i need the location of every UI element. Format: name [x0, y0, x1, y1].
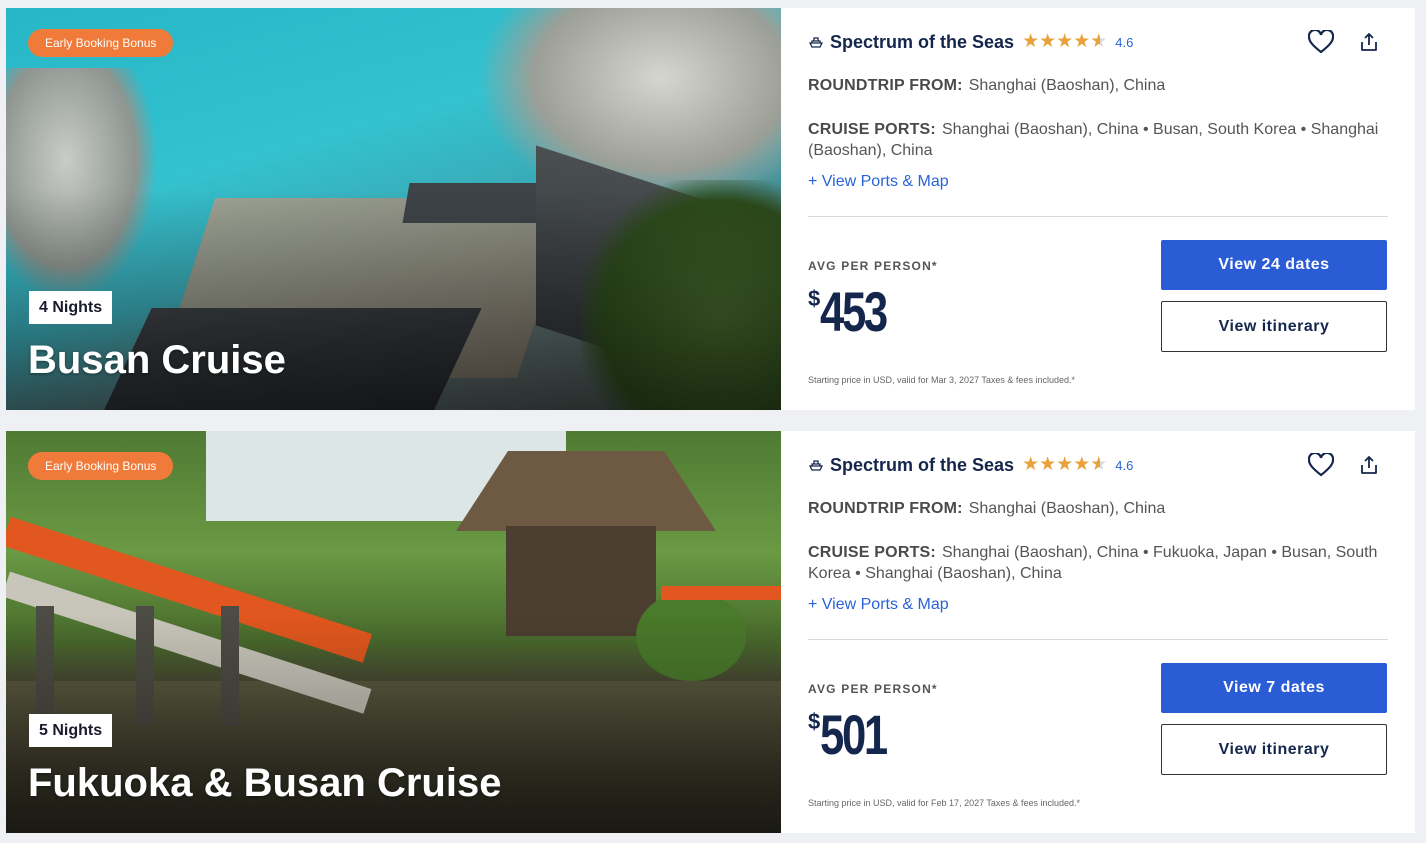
nights-badge: 5 Nights — [29, 714, 113, 747]
rating-value[interactable]: 4.6 — [1115, 458, 1133, 473]
star-icon: ★ — [1039, 31, 1057, 52]
divider — [808, 216, 1388, 217]
divider — [808, 639, 1388, 640]
cruise-details: Spectrum of the Seas ★ ★ ★ ★ ★ 4.6 ROUND… — [781, 8, 1415, 410]
star-icon: ★ — [1039, 454, 1057, 475]
price-currency: $ — [808, 709, 821, 734]
avg-per-person-label: AVG PER PERSON* — [808, 259, 938, 273]
cruise-card: Early Booking Bonus 5 Nights Fukuoka & B… — [6, 431, 1415, 833]
price-fine-print: Starting price in USD, valid for Mar 3, … — [808, 375, 1075, 385]
price-fine-print: Starting price in USD, valid for Feb 17,… — [808, 798, 1080, 808]
price-currency: $ — [808, 286, 821, 311]
cruise-ports: CRUISE PORTS: Shanghai (Baoshan), China •… — [808, 119, 1388, 161]
rating-stars: ★ ★ ★ ★ ★ — [1022, 455, 1107, 475]
star-icon: ★ — [1022, 31, 1040, 52]
price-amount: 501 — [820, 703, 888, 766]
price: $ 453 — [808, 282, 905, 342]
cruise-title[interactable]: Busan Cruise — [28, 336, 286, 384]
star-icon: ★ — [1022, 454, 1040, 475]
cruise-card: Early Booking Bonus 4 Nights Busan Cruis… — [6, 8, 1415, 410]
ship-name[interactable]: Spectrum of the Seas — [830, 455, 1014, 476]
rating-stars: ★ ★ ★ ★ ★ — [1022, 32, 1107, 52]
early-booking-badge: Early Booking Bonus — [28, 452, 174, 480]
roundtrip-value: Shanghai (Baoshan), China — [968, 77, 1166, 94]
nights-badge: 4 Nights — [29, 291, 113, 324]
roundtrip-label: ROUNDTRIP FROM: — [808, 77, 963, 94]
view-dates-button[interactable]: View 7 dates — [1161, 663, 1387, 713]
rating-value[interactable]: 4.6 — [1115, 35, 1133, 50]
star-icon: ★ — [1073, 31, 1091, 52]
share-icon[interactable] — [1357, 28, 1381, 56]
ship-row: Spectrum of the Seas ★ ★ ★ ★ ★ 4.6 — [808, 30, 1133, 54]
heart-icon[interactable] — [1307, 451, 1335, 479]
view-dates-button[interactable]: View 24 dates — [1161, 240, 1387, 290]
price-amount: 453 — [820, 280, 888, 343]
view-ports-map-link[interactable]: + View Ports & Map — [808, 596, 949, 614]
roundtrip-label: ROUNDTRIP FROM: — [808, 500, 963, 517]
cruise-title[interactable]: Fukuoka & Busan Cruise — [28, 759, 501, 807]
cruise-details: Spectrum of the Seas ★ ★ ★ ★ ★ 4.6 ROUND… — [781, 431, 1415, 833]
ship-icon — [808, 34, 824, 50]
ship-icon — [808, 457, 824, 473]
view-itinerary-button[interactable]: View itinerary — [1161, 724, 1387, 775]
avg-per-person-label: AVG PER PERSON* — [808, 682, 938, 696]
star-icon: ★ — [1056, 31, 1074, 52]
share-icon[interactable] — [1357, 451, 1381, 479]
star-half-icon: ★ — [1090, 454, 1108, 475]
star-half-icon: ★ — [1090, 31, 1108, 52]
roundtrip-from: ROUNDTRIP FROM: Shanghai (Baoshan), China — [808, 500, 1165, 518]
roundtrip-value: Shanghai (Baoshan), China — [968, 500, 1166, 517]
roundtrip-from: ROUNDTRIP FROM: Shanghai (Baoshan), China — [808, 77, 1165, 95]
cruise-ports: CRUISE PORTS: Shanghai (Baoshan), China •… — [808, 542, 1388, 584]
cruise-image[interactable]: Early Booking Bonus 4 Nights Busan Cruis… — [6, 8, 781, 410]
heart-icon[interactable] — [1307, 28, 1335, 56]
ports-label: CRUISE PORTS: — [808, 121, 936, 138]
view-ports-map-link[interactable]: + View Ports & Map — [808, 173, 949, 191]
cruise-image[interactable]: Early Booking Bonus 5 Nights Fukuoka & B… — [6, 431, 781, 833]
price: $ 501 — [808, 705, 905, 765]
early-booking-badge: Early Booking Bonus — [28, 29, 174, 57]
ship-row: Spectrum of the Seas ★ ★ ★ ★ ★ 4.6 — [808, 453, 1133, 477]
ports-label: CRUISE PORTS: — [808, 544, 936, 561]
view-itinerary-button[interactable]: View itinerary — [1161, 301, 1387, 352]
star-icon: ★ — [1056, 454, 1074, 475]
star-icon: ★ — [1073, 454, 1091, 475]
ship-name[interactable]: Spectrum of the Seas — [830, 32, 1014, 53]
